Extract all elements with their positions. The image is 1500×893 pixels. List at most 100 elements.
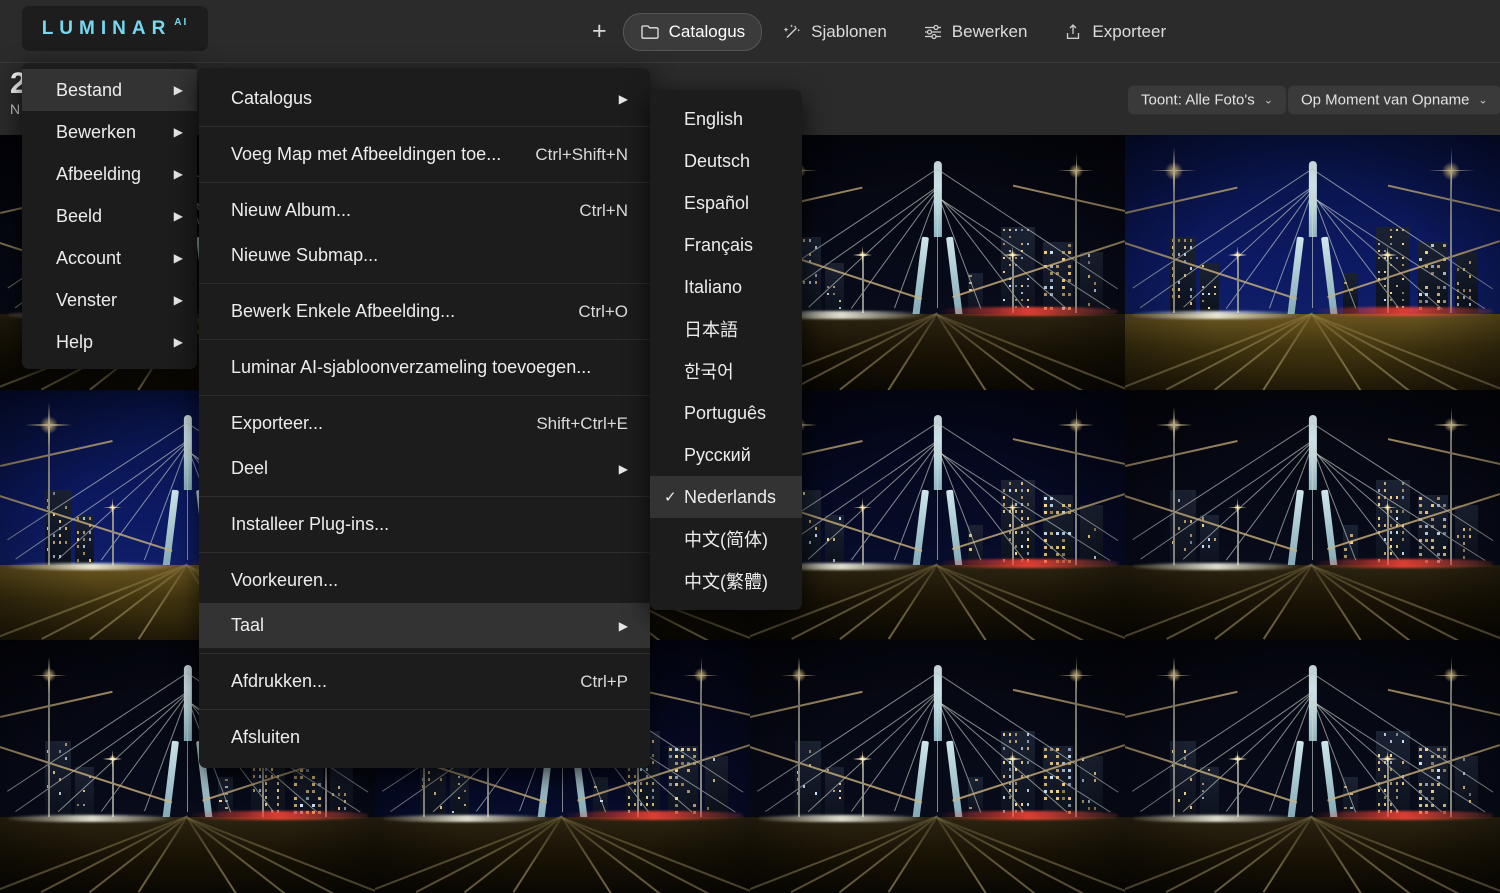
menu-item-label: Español [684,193,749,214]
taal-item-11[interactable]: 中文(繁體) [650,560,802,602]
tab-label: Sjablonen [811,22,887,42]
magic-wand-icon [782,22,802,42]
menu-separator [199,126,650,127]
photo-tile-7[interactable] [750,390,1125,640]
bestand-item-9[interactable]: Luminar AI-sjabloonverzameling toevoegen… [199,345,650,390]
share-upload-icon [1063,22,1083,42]
photo-tile-3[interactable] [750,135,1125,390]
taal-item-6[interactable]: 한국어 [650,350,802,392]
tab-exporteer[interactable]: Exporteer [1047,14,1182,50]
menubar-item-4[interactable]: Account ▶ [22,237,197,279]
taal-item-0[interactable]: English [650,98,802,140]
bestand-item-7[interactable]: Bewerk Enkele Afbeelding... Ctrl+O [199,289,650,334]
taal-item-8[interactable]: Русский [650,434,802,476]
tab-label: Exporteer [1092,22,1166,42]
photo-tile-11[interactable] [750,640,1125,893]
tab-catalogus[interactable]: Catalogus [623,13,763,51]
menu-item-label: Italiano [684,277,742,298]
bestand-item-14[interactable]: Installeer Plug-ins... [199,502,650,547]
bestand-item-2[interactable]: Voeg Map met Afbeeldingen toe... Ctrl+Shi… [199,132,650,177]
menubar-item-2[interactable]: Afbeelding ▶ [22,153,197,195]
sort-filter-dropdown[interactable]: Op Moment van Opname ⌄ [1288,86,1500,115]
menu-item-shortcut: Ctrl+Shift+N [535,145,628,165]
menu-item-shortcut: Ctrl+O [578,302,628,322]
menubar-item-0[interactable]: Bestand ▶ [22,69,197,111]
vignette [750,135,1125,390]
vignette [1125,640,1500,893]
chevron-down-icon: ⌄ [1264,94,1273,107]
menubar-item-3[interactable]: Beeld ▶ [22,195,197,237]
taal-item-3[interactable]: Français [650,224,802,266]
bestand-item-21[interactable]: Afsluiten [199,715,650,760]
bestand-item-17[interactable]: Taal ▶ [199,603,650,648]
menu-separator [199,709,650,710]
taal-item-5[interactable]: 日本語 [650,308,802,350]
taal-item-7[interactable]: Português [650,392,802,434]
submenu-arrow-icon: ▶ [174,335,183,349]
menubar-item-5[interactable]: Venster ▶ [22,279,197,321]
menu-item-label: Русский [684,445,751,466]
taal-item-1[interactable]: Deutsch [650,140,802,182]
menu-item-label: Catalogus [231,88,312,109]
add-button[interactable]: + [580,9,619,54]
taal-submenu[interactable]: English Deutsch Español Français Italiano 日本語… [650,90,802,610]
menu-item-label: Deel [231,458,268,479]
photo-tile-4[interactable] [1125,135,1500,390]
vignette [1125,390,1500,640]
bestand-item-12[interactable]: Deel ▶ [199,446,650,491]
submenu-arrow-icon: ▶ [619,619,628,633]
menu-separator [199,653,650,654]
menu-item-label: 한국어 [684,358,734,384]
bestand-item-19[interactable]: Afdrukken... Ctrl+P [199,659,650,704]
menu-item-label: Help [56,332,93,353]
vignette [750,390,1125,640]
taal-item-9[interactable]: ✓ Nederlands [650,476,802,518]
menu-item-label: Voeg Map met Afbeeldingen toe... [231,144,501,165]
menu-item-label: Exporteer... [231,413,323,434]
bestand-item-16[interactable]: Voorkeuren... [199,558,650,603]
menu-separator [199,496,650,497]
bridge-photo [750,390,1125,640]
menu-separator [199,339,650,340]
sort-filter-label: Op Moment van Opname [1301,92,1469,109]
photo-tile-12[interactable] [1125,640,1500,893]
bestand-menu[interactable]: Catalogus ▶ Voeg Map met Afbeeldingen toe.… [199,68,650,768]
tab-sjablonen[interactable]: Sjablonen [766,14,903,50]
menu-item-label: Bewerken [56,122,136,143]
menu-item-label: Installeer Plug-ins... [231,514,389,535]
bestand-item-11[interactable]: Exporteer... Shift+Ctrl+E [199,401,650,446]
menubar-item-6[interactable]: Help ▶ [22,321,197,363]
submenu-arrow-icon: ▶ [174,209,183,223]
sliders-icon [923,22,943,42]
bestand-item-5[interactable]: Nieuwe Submap... [199,233,650,278]
show-filter-dropdown[interactable]: Toont: Alle Foto's ⌄ [1128,86,1286,115]
submenu-arrow-icon: ▶ [619,92,628,106]
menu-item-label: Afsluiten [231,727,300,748]
submenu-arrow-icon: ▶ [174,293,183,307]
bestand-item-4[interactable]: Nieuw Album... Ctrl+N [199,188,650,233]
app-logo[interactable]: LUMINAR AI [22,6,208,51]
tab-label: Bewerken [952,22,1028,42]
taal-item-4[interactable]: Italiano [650,266,802,308]
menu-item-label: Français [684,235,753,256]
vignette [750,640,1125,893]
menu-item-label: Nieuwe Submap... [231,245,378,266]
submenu-arrow-icon: ▶ [174,83,183,97]
menu-separator [199,283,650,284]
menu-item-label: Account [56,248,121,269]
top-toolbar: + Catalogus Sjablonen Bewerken Exporteer [0,0,1500,63]
photo-tile-8[interactable] [1125,390,1500,640]
menu-item-label: 中文(简体) [684,526,768,552]
folder-icon [640,22,660,42]
menu-item-label: English [684,109,743,130]
tab-bewerken[interactable]: Bewerken [907,14,1044,50]
menubar-item-1[interactable]: Bewerken ▶ [22,111,197,153]
submenu-arrow-icon: ▶ [174,251,183,265]
taal-item-10[interactable]: 中文(简体) [650,518,802,560]
taal-item-2[interactable]: Español [650,182,802,224]
main-menu[interactable]: Bestand ▶ Bewerken ▶ Afbeelding ▶ Beeld ▶ Accoun… [22,63,197,369]
menu-item-label: Taal [231,615,264,636]
bestand-item-0[interactable]: Catalogus ▶ [199,76,650,121]
menu-separator [199,182,650,183]
menu-separator [199,395,650,396]
